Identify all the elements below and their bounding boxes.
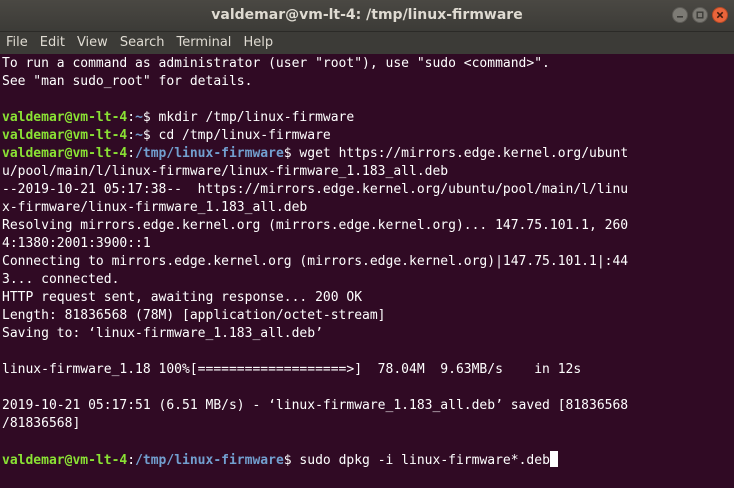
command-text: cd /tmp/linux-firmware xyxy=(150,128,331,143)
command-text: sudo dpkg -i linux-firmware*.deb xyxy=(291,453,550,468)
prompt-path: /tmp/linux-firmware xyxy=(135,146,284,161)
terminal-line: To run a command as administrator (user … xyxy=(2,56,550,71)
terminal-prompt-line: valdemar@vm-lt-4:/tmp/linux-firmware$ su… xyxy=(2,451,734,469)
terminal-window: valdemar@vm-lt-4: /tmp/linux-firmware Fi… xyxy=(0,0,734,488)
terminal-line: HTTP request sent, awaiting response... … xyxy=(2,290,363,305)
prompt-dollar: $ xyxy=(283,453,292,468)
prompt-path: /tmp/linux-firmware xyxy=(135,453,284,468)
close-icon xyxy=(716,11,724,19)
prompt-user-host: valdemar@vm-lt-4 xyxy=(2,453,128,468)
maximize-button[interactable] xyxy=(692,7,708,23)
close-button[interactable] xyxy=(712,7,728,23)
minimize-icon xyxy=(677,16,683,18)
menu-terminal[interactable]: Terminal xyxy=(170,32,237,54)
terminal-line: Length: 81836568 (78M) [application/octe… xyxy=(2,308,386,323)
menu-search[interactable]: Search xyxy=(114,32,171,54)
terminal-prompt-line: valdemar@vm-lt-4:~$ cd /tmp/linux-firmwa… xyxy=(2,127,734,145)
prompt-dollar: $ xyxy=(283,146,292,161)
title-bar[interactable]: valdemar@vm-lt-4: /tmp/linux-firmware xyxy=(0,0,734,32)
prompt-user-host: valdemar@vm-lt-4 xyxy=(2,146,128,161)
prompt-colon: : xyxy=(127,110,136,125)
menu-view[interactable]: View xyxy=(71,32,114,54)
terminal-line: --2019-10-21 05:17:38-- https://mirrors.… xyxy=(2,182,629,197)
command-text: mkdir /tmp/linux-firmware xyxy=(150,110,355,125)
window-title: valdemar@vm-lt-4: /tmp/linux-firmware xyxy=(211,7,523,23)
prompt-colon: : xyxy=(127,453,136,468)
menu-help[interactable]: Help xyxy=(237,32,279,54)
window-controls xyxy=(672,7,728,25)
terminal-line: 2019-10-21 05:17:51 (6.51 MB/s) - ‘linux… xyxy=(2,398,629,413)
menu-file[interactable]: File xyxy=(0,32,34,54)
text-cursor xyxy=(549,451,558,467)
terminal-line: x-firmware/linux-firmware_1.183_all.deb xyxy=(2,200,308,215)
terminal-output[interactable]: To run a command as administrator (user … xyxy=(0,54,734,488)
terminal-line: Saving to: ‘linux-firmware_1.183_all.deb… xyxy=(2,326,323,341)
terminal-line: 4:1380:2001:3900::1 xyxy=(2,236,151,251)
terminal-line: /81836568] xyxy=(2,416,81,431)
prompt-colon: : xyxy=(127,146,136,161)
menu-bar: File Edit View Search Terminal Help xyxy=(0,32,734,54)
minimize-button[interactable] xyxy=(672,7,688,23)
terminal-prompt-line: valdemar@vm-lt-4:~$ mkdir /tmp/linux-fir… xyxy=(2,109,734,127)
terminal-line: u/pool/main/l/linux-firmware/linux-firmw… xyxy=(2,164,449,179)
terminal-line: Connecting to mirrors.edge.kernel.org (m… xyxy=(2,254,629,269)
prompt-dollar: $ xyxy=(142,110,151,125)
terminal-prompt-line: valdemar@vm-lt-4:/tmp/linux-firmware$ wg… xyxy=(2,145,734,163)
terminal-line: 3... connected. xyxy=(2,272,120,287)
prompt-dollar: $ xyxy=(142,128,151,143)
prompt-user-host: valdemar@vm-lt-4 xyxy=(2,110,128,125)
download-progress-line: linux-firmware_1.18 100%[===============… xyxy=(2,362,582,377)
terminal-line: Resolving mirrors.edge.kernel.org (mirro… xyxy=(2,218,629,233)
maximize-icon xyxy=(696,11,704,19)
prompt-user-host: valdemar@vm-lt-4 xyxy=(2,128,128,143)
prompt-path: ~ xyxy=(135,128,143,143)
menu-edit[interactable]: Edit xyxy=(34,32,71,54)
command-text: wget https://mirrors.edge.kernel.org/ubu… xyxy=(291,146,629,161)
prompt-path: ~ xyxy=(135,110,143,125)
terminal-line: See "man sudo_root" for details. xyxy=(2,74,253,89)
prompt-colon: : xyxy=(127,128,136,143)
